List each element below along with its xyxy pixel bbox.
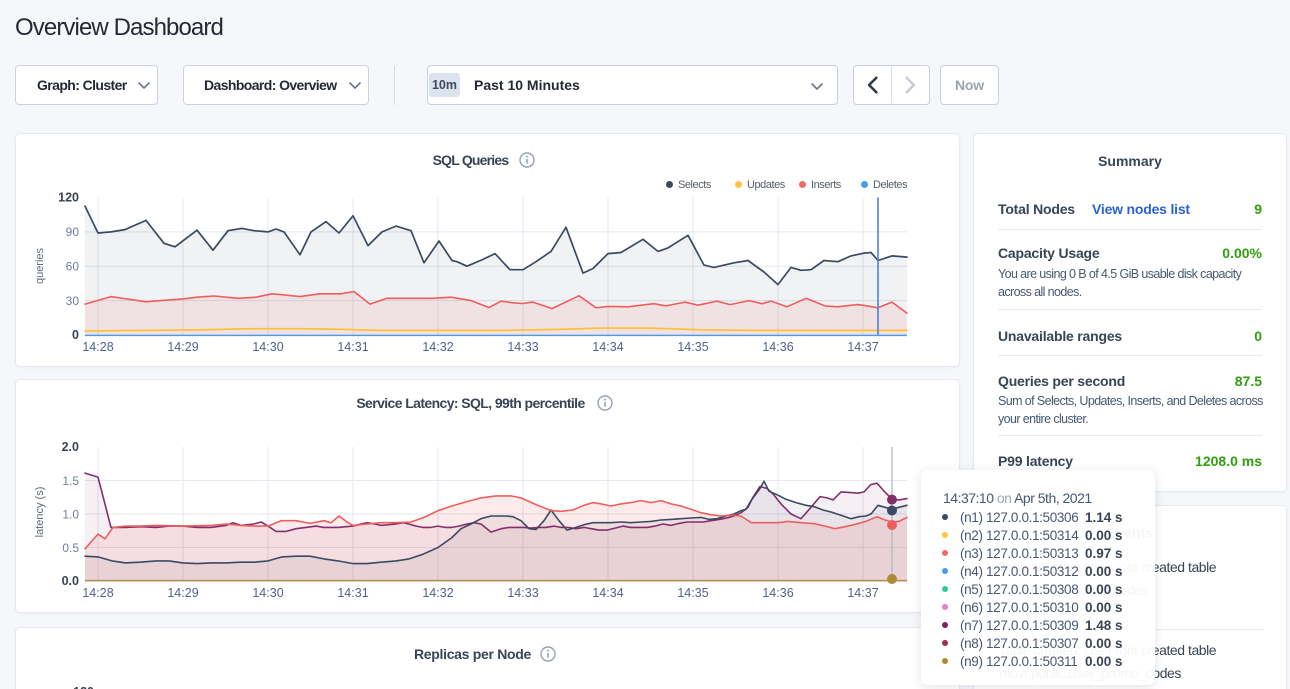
svg-text:14:36: 14:36	[762, 340, 793, 354]
svg-text:2.0: 2.0	[62, 440, 79, 454]
svg-text:14:32: 14:32	[422, 586, 453, 600]
svg-text:14:31: 14:31	[337, 586, 368, 600]
svg-text:14:37: 14:37	[847, 340, 878, 354]
svg-text:queries: queries	[34, 247, 46, 284]
svg-text:0.0: 0.0	[62, 574, 79, 588]
svg-text:120: 120	[58, 191, 79, 205]
svg-text:14:35: 14:35	[677, 340, 708, 354]
svg-text:30: 30	[66, 294, 80, 308]
svg-text:14:33: 14:33	[507, 586, 538, 600]
svg-text:14:34: 14:34	[592, 340, 623, 354]
svg-text:14:37: 14:37	[847, 586, 878, 600]
svg-text:14:28: 14:28	[82, 586, 113, 600]
svg-text:120: 120	[73, 685, 94, 689]
svg-text:14:34: 14:34	[592, 586, 623, 600]
svg-text:0: 0	[72, 328, 79, 342]
svg-text:1.5: 1.5	[62, 474, 79, 488]
svg-text:14:28: 14:28	[82, 340, 113, 354]
svg-text:14:32: 14:32	[422, 340, 453, 354]
svg-text:14:31: 14:31	[337, 340, 368, 354]
svg-text:14:30: 14:30	[252, 586, 283, 600]
svg-text:14:35: 14:35	[677, 586, 708, 600]
svg-text:60: 60	[66, 260, 80, 274]
svg-text:0.5: 0.5	[62, 541, 79, 555]
svg-text:latency (s): latency (s)	[34, 487, 46, 538]
svg-text:14:30: 14:30	[252, 340, 283, 354]
svg-text:14:29: 14:29	[167, 586, 198, 600]
svg-text:14:36: 14:36	[762, 586, 793, 600]
svg-text:90: 90	[66, 225, 80, 239]
svg-text:1.0: 1.0	[62, 508, 79, 522]
svg-text:14:29: 14:29	[167, 340, 198, 354]
svg-text:14:33: 14:33	[507, 340, 538, 354]
